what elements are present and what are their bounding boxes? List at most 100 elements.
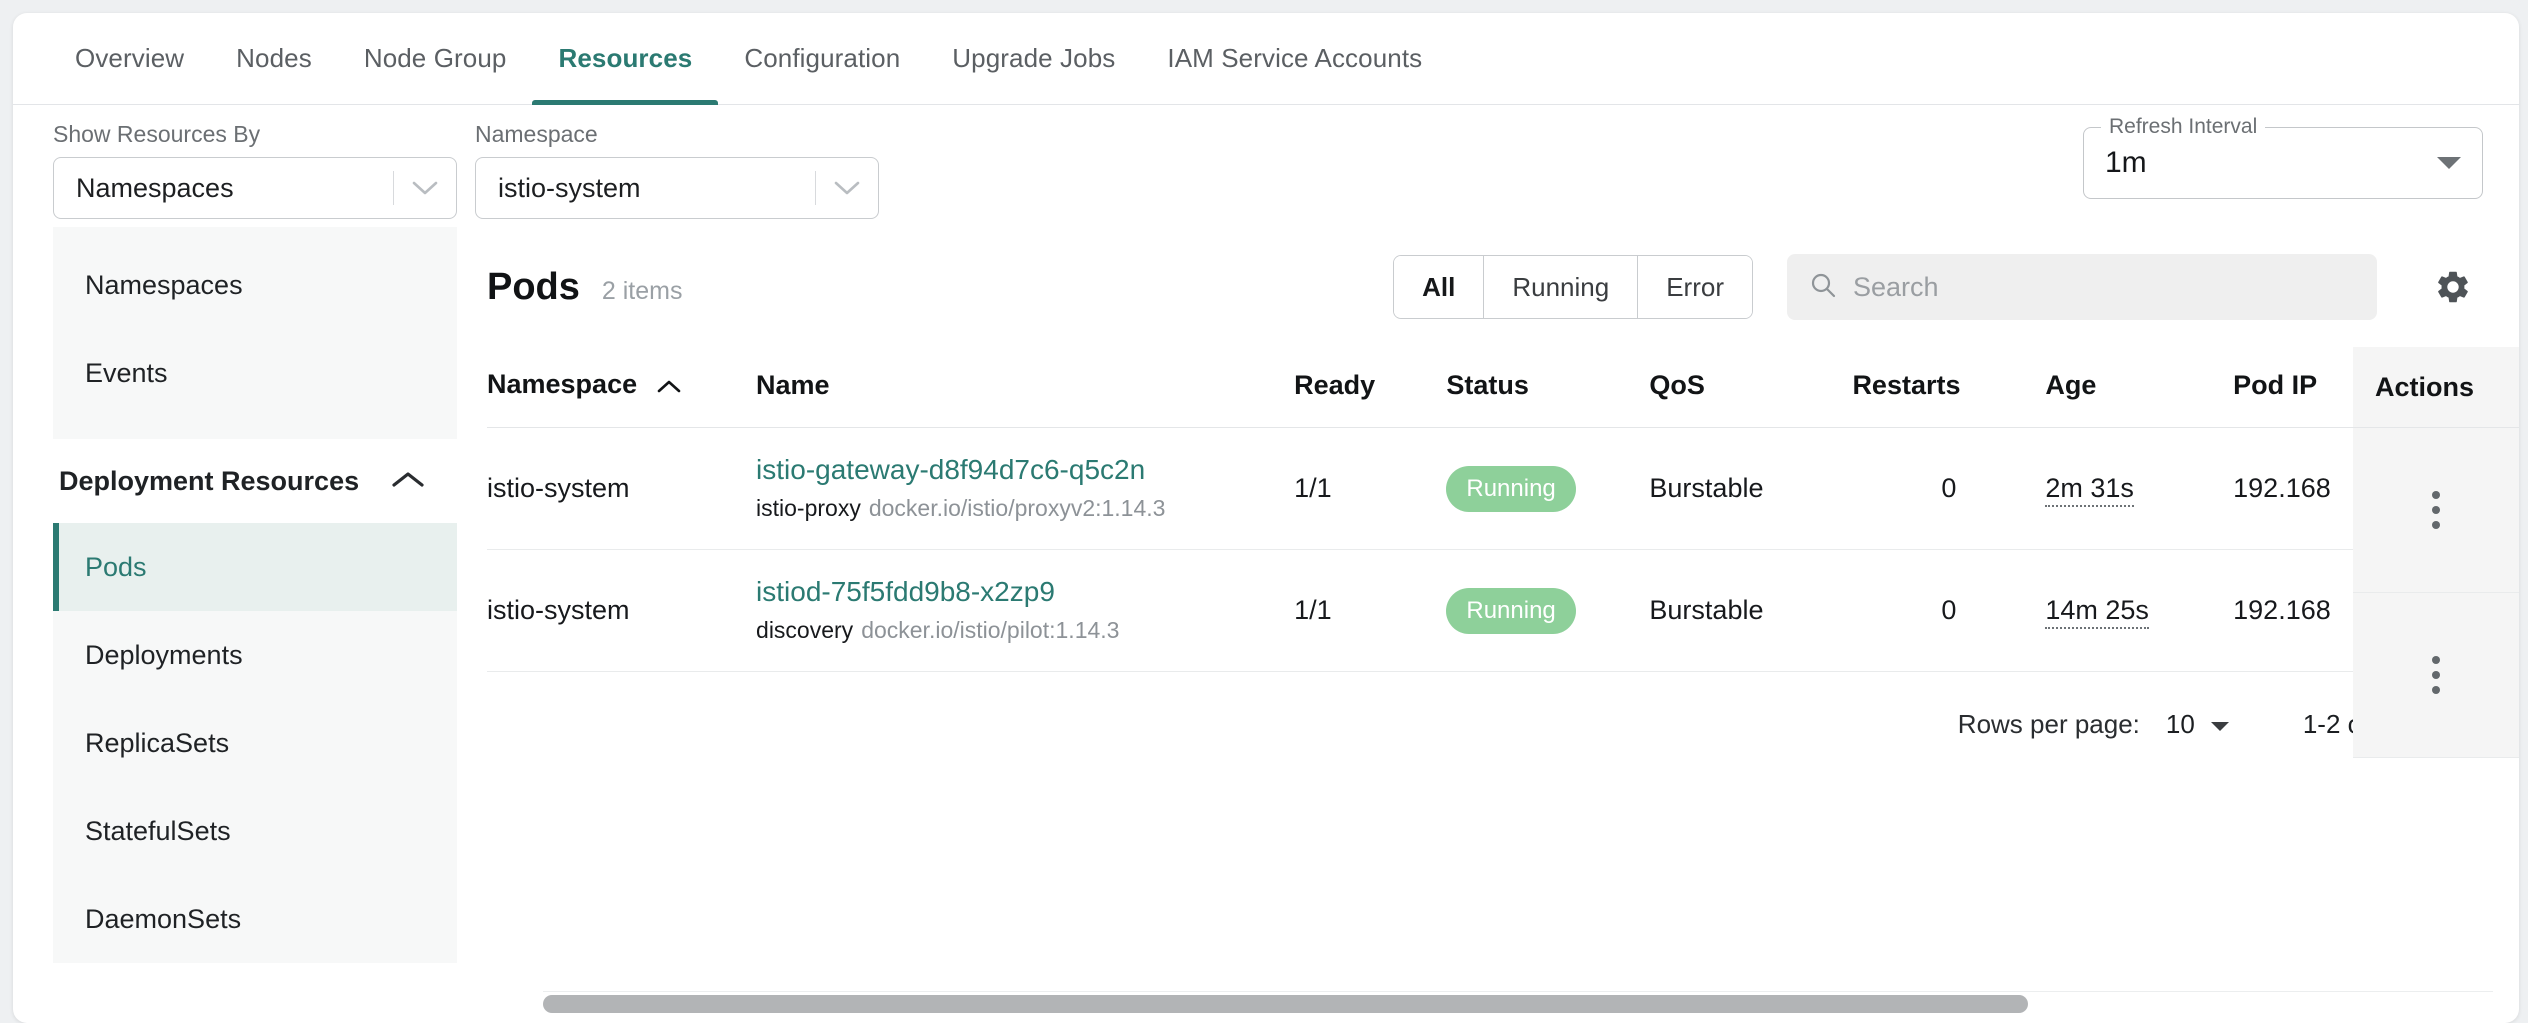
container-name: istio-proxy — [756, 495, 861, 522]
column-header-age[interactable]: Age — [2045, 347, 2234, 429]
table-header: Namespace Name Ready Status QoS Restarts… — [487, 347, 2487, 429]
age-value[interactable]: 2m 31s — [2045, 473, 2134, 508]
rows-per-page-label: Rows per page: — [1957, 708, 2140, 739]
sidebar-item-replicasets[interactable]: ReplicaSets — [53, 699, 457, 787]
show-resources-by-label: Show Resources By — [53, 121, 261, 147]
horizontal-scrollbar-thumb[interactable] — [543, 995, 2028, 1013]
row-actions-menu-button[interactable] — [2353, 593, 2519, 758]
pod-name-link[interactable]: istiod-75f5fdd9b8-x2zp9 — [756, 576, 1294, 608]
pods-table: Namespace Name Ready Status QoS Restarts… — [487, 347, 2487, 673]
resource-sidebar: Namespaces Events Deployment Resources P… — [13, 227, 457, 1023]
column-header-status[interactable]: Status — [1446, 347, 1650, 429]
page-title: Pods — [487, 265, 580, 308]
cell-ready: 1/1 — [1294, 427, 1447, 551]
show-resources-by-select[interactable]: Namespaces — [53, 157, 457, 219]
pods-table-scroll[interactable]: Namespace Name Ready Status QoS Restarts… — [457, 347, 2519, 758]
cell-qos: Burstable — [1649, 549, 1853, 673]
pods-panel: Pods 2 items All Running Error Search Na… — [457, 227, 2519, 1023]
cell-name: istio-gateway-d8f94d7c6-q5c2n istio-prox… — [756, 427, 1295, 551]
cell-age: 14m 25s — [2045, 549, 2234, 673]
cell-restarts: 0 — [1852, 427, 2046, 551]
cell-name: istiod-75f5fdd9b8-x2zp9 discovery docker.… — [756, 549, 1295, 673]
chevron-up-icon[interactable] — [391, 466, 425, 497]
refresh-interval-select[interactable]: Refresh Interval 1m — [2083, 114, 2483, 199]
sidebar-item-label: DaemonSets — [85, 903, 242, 934]
cell-restarts: 0 — [1852, 549, 2046, 673]
container-image: docker.io/istio/pilot:1.14.3 — [861, 617, 1120, 644]
cell-namespace: istio-system — [487, 427, 757, 551]
column-header-qos[interactable]: QoS — [1649, 347, 1853, 429]
item-count: 2 items — [601, 276, 683, 305]
filter-error[interactable]: Error — [1638, 256, 1752, 318]
column-header-restarts[interactable]: Restarts — [1852, 347, 2046, 429]
sidebar-item-deployments[interactable]: Deployments — [53, 611, 457, 699]
cell-status: Running — [1446, 427, 1650, 551]
sidebar-item-label: StatefulSets — [85, 815, 231, 846]
sidebar-section-deployment-resources[interactable]: Deployment Resources — [53, 439, 457, 523]
cell-status: Running — [1446, 549, 1650, 673]
horizontal-scrollbar[interactable] — [543, 991, 2493, 1015]
pagination-bar: Rows per page: 10 1-2 of 2 — [457, 672, 2519, 776]
show-resources-by-value: Namespaces — [76, 172, 234, 203]
table-body: istio-system istio-gateway-d8f94d7c6-q5c… — [487, 427, 2487, 673]
age-value[interactable]: 14m 25s — [2045, 595, 2149, 630]
pods-toolbar: Pods 2 items All Running Error — [457, 227, 2519, 347]
search-box[interactable] — [1787, 254, 2377, 320]
refresh-interval-value: 1m — [2105, 146, 2147, 179]
tab-iam-service-accounts[interactable]: IAM Service Accounts — [1141, 13, 1448, 105]
cell-qos: Burstable — [1649, 427, 1853, 551]
sidebar-item-label: Namespaces — [85, 269, 243, 300]
sidebar-item-pods[interactable]: Pods — [53, 523, 457, 611]
tab-configuration[interactable]: Configuration — [718, 13, 926, 105]
tab-upgrade-jobs[interactable]: Upgrade Jobs — [926, 13, 1141, 105]
pod-container-info: istio-proxy docker.io/istio/proxyv2:1.14.… — [756, 495, 1165, 521]
cell-namespace: istio-system — [487, 549, 757, 673]
container-name: discovery — [756, 617, 854, 644]
namespace-field: Namespace istio-system — [475, 121, 879, 219]
sidebar-item-label: Deployments — [85, 639, 243, 670]
filters-bar: Show Resources By Namespaces Namespace i… — [13, 105, 2519, 227]
sidebar-item-namespaces[interactable]: Namespaces — [53, 241, 457, 329]
table-row[interactable]: istio-system istiod-75f5fdd9b8-x2zp9 dis… — [487, 549, 2487, 673]
tab-node-group[interactable]: Node Group — [338, 13, 533, 105]
sort-asc-icon[interactable] — [657, 370, 681, 401]
more-vertical-icon — [2432, 656, 2440, 694]
page-card: Overview Nodes Node Group Resources Conf… — [13, 13, 2519, 1023]
pod-name-link[interactable]: istio-gateway-d8f94d7c6-q5c2n — [756, 454, 1294, 486]
sidebar-item-statefulsets[interactable]: StatefulSets — [53, 787, 457, 875]
tab-resources[interactable]: Resources — [532, 13, 719, 105]
sidebar-section-label: Deployment Resources — [59, 465, 360, 496]
status-badge: Running — [1446, 587, 1576, 634]
chevron-down-icon[interactable] — [394, 180, 456, 196]
sidebar-item-label: ReplicaSets — [85, 727, 230, 758]
namespace-select[interactable]: istio-system — [475, 157, 879, 219]
table-row[interactable]: istio-system istio-gateway-d8f94d7c6-q5c… — [487, 427, 2487, 551]
column-header-name[interactable]: Name — [756, 347, 1295, 429]
sidebar-item-label: Pods — [85, 551, 147, 582]
rows-per-page-value: 10 — [2165, 708, 2195, 739]
chevron-down-icon[interactable] — [816, 180, 878, 196]
container-image: docker.io/istio/proxyv2:1.14.3 — [868, 495, 1166, 522]
search-input[interactable] — [1853, 271, 2355, 303]
pod-container-info: discovery docker.io/istio/pilot:1.14.3 — [756, 617, 1119, 643]
row-actions-menu-button[interactable] — [2353, 428, 2519, 593]
chevron-down-icon[interactable] — [2435, 127, 2463, 199]
table-header-row: Namespace Name Ready Status QoS Restarts… — [487, 347, 2487, 429]
column-header-namespace[interactable]: Namespace — [487, 347, 757, 429]
tab-nodes[interactable]: Nodes — [210, 13, 338, 105]
column-header-ready[interactable]: Ready — [1294, 347, 1447, 429]
namespace-label: Namespace — [475, 121, 598, 147]
main-tabs: Overview Nodes Node Group Resources Conf… — [13, 13, 2519, 105]
filter-running[interactable]: Running — [1484, 256, 1639, 318]
tab-overview[interactable]: Overview — [49, 13, 210, 105]
sidebar-item-events[interactable]: Events — [53, 329, 457, 417]
chevron-down-icon — [2209, 709, 2231, 740]
status-badge: Running — [1446, 465, 1576, 512]
sidebar-item-daemonsets[interactable]: DaemonSets — [53, 875, 457, 963]
column-header-actions: Actions — [2353, 347, 2519, 428]
filter-all[interactable]: All — [1394, 256, 1485, 318]
sidebar-item-label: Events — [85, 357, 168, 388]
column-label: Namespace — [487, 369, 638, 399]
gear-icon[interactable] — [2417, 251, 2489, 323]
rows-per-page-select[interactable]: 10 — [2166, 709, 2245, 740]
